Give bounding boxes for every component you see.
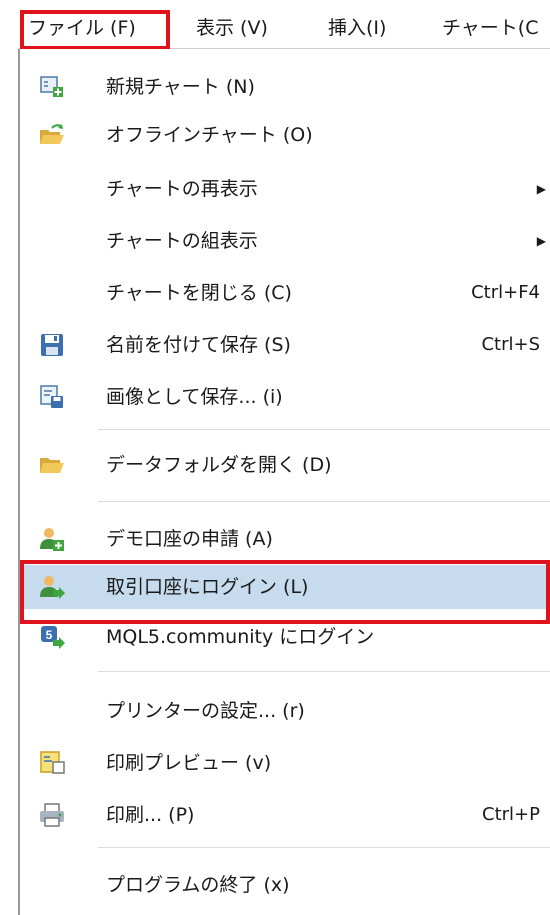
menu-item-label: 名前を付けて保存 (S) [106,334,291,356]
menu-item-open-demo-account[interactable]: デモ口座の申請 (A) [20,517,550,561]
shortcut-text: Ctrl+F4 [471,282,540,303]
menu-item-open-data-folder[interactable]: データフォルダを開く (D) [20,443,550,487]
menu-item-label: チャートを閉じる (C) [106,282,292,304]
open-folder-icon [38,121,66,149]
menu-item-label: プリンターの設定... (r) [106,700,305,722]
save-icon [38,331,66,359]
svg-text:5: 5 [46,628,53,642]
menu-item-label: 印刷... (P) [106,804,195,826]
menu-item-new-chart[interactable]: 新規チャート (N) [20,65,550,109]
menu-item-print-preview[interactable]: 印刷プレビュー (v) [20,741,550,785]
mql5-icon: 5 [38,623,66,651]
menu-item-label: オフラインチャート (O) [106,124,313,146]
save-picture-icon [38,383,66,411]
menu-item-print-setup[interactable]: プリンターの設定... (r) [20,689,550,733]
submenu-arrow-icon: ▶ [536,182,546,196]
menu-item-label: 画像として保存... (i) [106,386,283,408]
menu-item-label: デモ口座の申請 (A) [106,528,273,550]
menu-item-offline-chart[interactable]: オフラインチャート (O) [20,113,550,157]
file-menu-highlight [20,10,170,50]
menu-item-chart-set[interactable]: チャートの組表示 ▶ [20,219,550,263]
menu-item-label: チャートの再表示 [106,178,258,200]
menu-item-label: プログラムの終了 (x) [106,874,290,896]
menu-item-redisplay-chart[interactable]: チャートの再表示 ▶ [20,167,550,211]
menu-item-label: 印刷プレビュー (v) [106,752,272,774]
menu-view[interactable]: 表示 (V) [196,8,268,48]
file-dropdown-menu: 新規チャート (N) オフラインチャート (O) チャートの再表示 ▶ チャート… [18,49,550,915]
printer-icon [38,801,66,829]
login-item-highlight [20,560,550,624]
menu-item-print[interactable]: 印刷... (P) Ctrl+P [20,793,550,837]
submenu-arrow-icon: ▶ [536,234,546,248]
print-preview-icon [38,749,66,777]
menu-separator [98,501,550,502]
menu-insert[interactable]: 挿入(I) [328,8,386,48]
menu-item-label: データフォルダを開く (D) [106,454,332,476]
menu-item-close-chart[interactable]: チャートを閉じる (C) Ctrl+F4 [20,271,550,315]
menu-separator [98,429,550,430]
demo-account-icon [38,525,66,553]
menu-item-exit[interactable]: プログラムの終了 (x) [20,863,550,907]
menu-item-save-as[interactable]: 名前を付けて保存 (S) Ctrl+S [20,323,550,367]
folder-icon [38,451,66,479]
new-chart-icon [38,73,66,101]
menu-chart[interactable]: チャート(C [442,8,539,48]
menu-insert-label: 挿入(I) [328,17,387,39]
menu-item-label: 新規チャート (N) [106,76,255,98]
shortcut-text: Ctrl+S [481,334,540,355]
menu-item-label: チャートの組表示 [106,230,258,252]
menu-item-save-as-picture[interactable]: 画像として保存... (i) [20,375,550,419]
shortcut-text: Ctrl+P [482,804,540,825]
menu-separator [98,671,550,672]
menu-view-label: 表示 (V) [196,17,268,39]
menu-chart-label: チャート(C [442,17,539,39]
menu-separator [98,847,550,848]
